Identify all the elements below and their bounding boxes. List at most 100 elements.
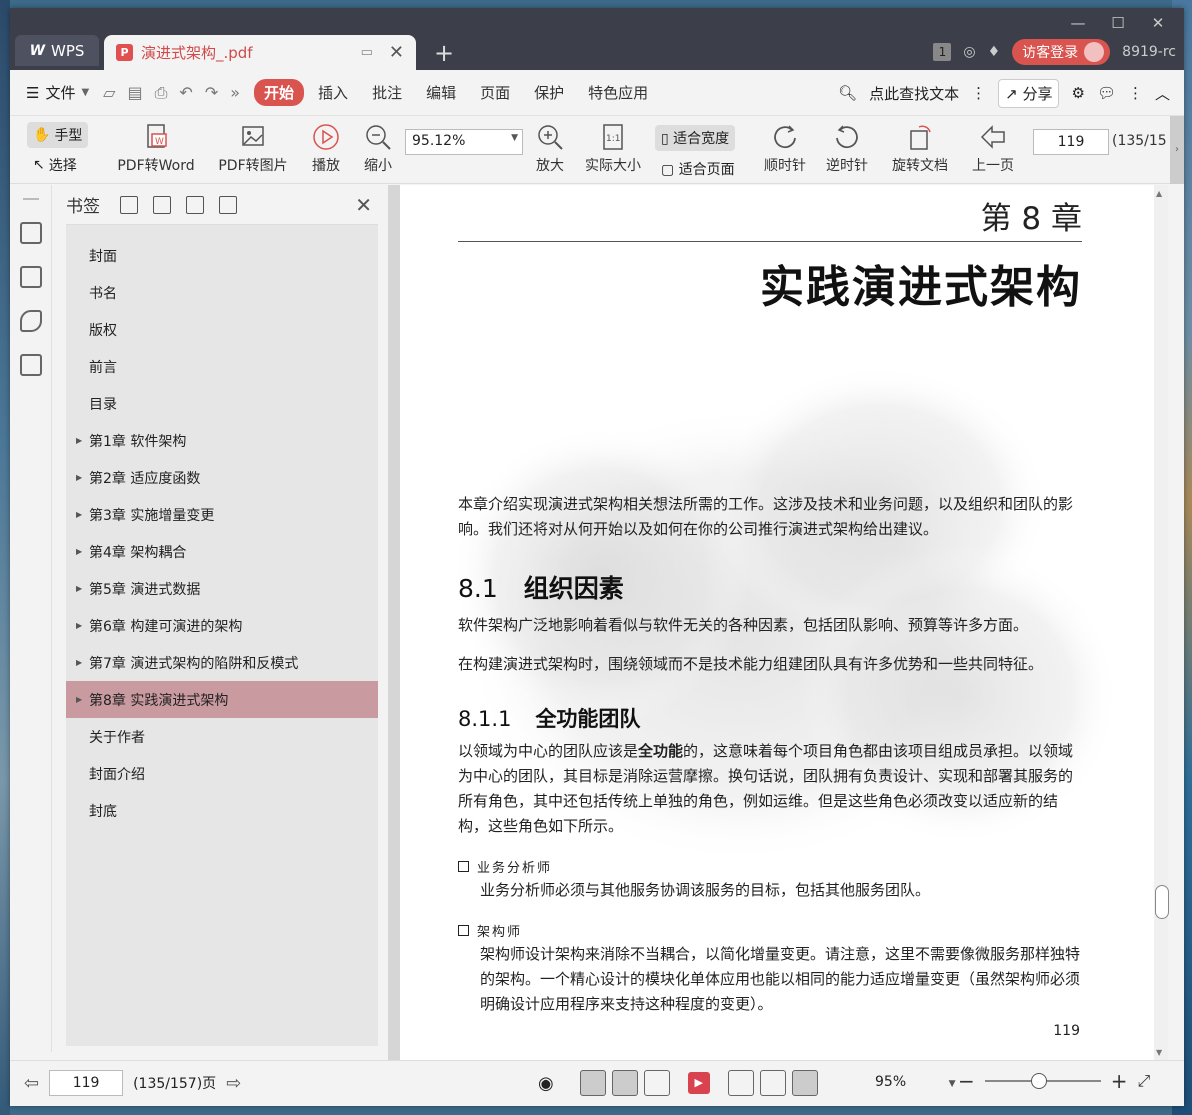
- expand-triangle-icon[interactable]: ▶: [76, 547, 82, 556]
- fit-page-status-icon[interactable]: [759, 1070, 786, 1096]
- tab-edit[interactable]: 编辑: [416, 79, 466, 106]
- rotate-document-button[interactable]: 旋转文档: [887, 122, 953, 175]
- vertical-scrollbar[interactable]: ▲ ▼: [1154, 185, 1169, 1061]
- file-menu-button[interactable]: ☰ 文件 ▼: [26, 82, 89, 103]
- tab-document[interactable]: P 演进式架构_.pdf ▭ ✕: [104, 35, 416, 70]
- expand-triangle-icon[interactable]: ▶: [76, 621, 82, 630]
- fit-page-button[interactable]: ▢ 适合页面: [661, 159, 735, 179]
- page-number-input[interactable]: 119: [1033, 129, 1109, 155]
- bookmark-item[interactable]: ▶ 第4章 架构耦合: [66, 533, 378, 570]
- bookmark-item[interactable]: 封面介绍: [66, 755, 378, 792]
- bookmark-options-icon[interactable]: [219, 195, 237, 214]
- bookmark-item[interactable]: 封底: [66, 792, 378, 829]
- more-options-icon[interactable]: ⋮: [1128, 84, 1143, 102]
- annotation-icon[interactable]: [19, 310, 42, 332]
- tab-count-badge[interactable]: 1: [933, 43, 952, 61]
- more-vertical-icon[interactable]: ⋮: [971, 84, 986, 102]
- pdf-to-image-button[interactable]: PDF转图片: [215, 122, 291, 175]
- tab-start[interactable]: 开始: [254, 79, 305, 106]
- next-page-arrow-icon[interactable]: ⇨: [226, 1073, 241, 1094]
- tab-special[interactable]: 特色应用: [578, 79, 658, 106]
- pdf-to-word-button[interactable]: W PDF转Word: [114, 122, 198, 175]
- hand-tool-button[interactable]: ✋ 手型: [27, 122, 89, 148]
- bookmark-item[interactable]: ▶ 第6章 构建可演进的架构: [66, 607, 378, 644]
- zoom-out-button[interactable]: 缩小: [360, 122, 396, 175]
- bookmark-item[interactable]: 目录: [66, 385, 378, 422]
- print-icon[interactable]: ⎙: [155, 83, 168, 103]
- add-bookmark-icon[interactable]: [186, 195, 204, 214]
- bookmark-item[interactable]: 版权: [66, 311, 378, 348]
- close-panel-icon[interactable]: ✕: [355, 193, 372, 217]
- single-page-view-icon[interactable]: [611, 1070, 638, 1096]
- expand-triangle-icon[interactable]: ▶: [76, 584, 82, 593]
- expand-triangle-icon[interactable]: ▶: [76, 436, 82, 445]
- expand-triangle-icon[interactable]: ▶: [76, 658, 82, 667]
- bookmark-item[interactable]: 封面: [66, 237, 378, 274]
- fit-width-status-icon[interactable]: [791, 1070, 818, 1096]
- tab-page[interactable]: 页面: [470, 79, 520, 106]
- bookmark-item[interactable]: ▶ 第5章 演进式数据: [66, 570, 378, 607]
- status-zoom[interactable]: 95% ▼: [875, 1074, 956, 1090]
- zoom-select[interactable]: 95.12% ▼: [405, 129, 523, 155]
- share-button[interactable]: ↗ 分享: [998, 78, 1060, 108]
- scroll-down-icon[interactable]: ▼: [1156, 1048, 1162, 1057]
- scroll-up-icon[interactable]: ▲: [1156, 189, 1162, 198]
- expand-all-icon[interactable]: [120, 195, 138, 214]
- scrollbar-thumb[interactable]: [1155, 885, 1169, 919]
- redo-icon[interactable]: ↷: [205, 83, 218, 103]
- select-tool-button[interactable]: ↖ 选择: [33, 155, 77, 175]
- zoom-slider[interactable]: [984, 1073, 1101, 1089]
- shirt-icon[interactable]: ♦: [988, 44, 1001, 60]
- prev-page-arrow-icon[interactable]: ⇦: [24, 1073, 39, 1094]
- skin-icon[interactable]: ◎: [963, 44, 975, 60]
- comment-icon[interactable]: 💬︎: [1097, 84, 1116, 102]
- actual-size-status-icon[interactable]: [727, 1070, 754, 1096]
- two-page-view-icon[interactable]: [643, 1070, 670, 1096]
- find-text-button[interactable]: 点此查找文本: [869, 83, 959, 104]
- bookmark-list-icon[interactable]: [19, 222, 42, 244]
- play-button[interactable]: 播放: [308, 122, 344, 175]
- eye-protection-icon[interactable]: ◉: [538, 1073, 554, 1094]
- bookmark-item[interactable]: ▶ 第3章 实施增量变更: [66, 496, 378, 533]
- collapse-all-icon[interactable]: [153, 195, 171, 214]
- open-icon[interactable]: ▱: [103, 83, 115, 103]
- zoom-slider-knob[interactable]: [1030, 1073, 1047, 1089]
- continuous-view-icon[interactable]: [579, 1070, 606, 1096]
- visitor-login-button[interactable]: 访客登录: [1012, 39, 1111, 65]
- minimize-icon[interactable]: —: [1058, 12, 1098, 34]
- prev-page-button[interactable]: 上一页: [968, 122, 1018, 175]
- zoom-plus-icon[interactable]: +: [1111, 1069, 1128, 1093]
- bookmark-item[interactable]: 书名: [66, 274, 378, 311]
- search-icon[interactable]: 🔍︎: [838, 84, 857, 102]
- tab-protect[interactable]: 保护: [524, 79, 574, 106]
- bookmark-item[interactable]: ▶ 第8章 实践演进式架构: [66, 681, 378, 718]
- bookmark-item[interactable]: ▶ 第2章 适应度函数: [66, 459, 378, 496]
- save-icon[interactable]: ▤: [127, 83, 142, 103]
- rotate-clockwise-button[interactable]: 顺时针: [760, 122, 810, 175]
- tab-close-icon[interactable]: ✕: [389, 42, 404, 63]
- toolbar-scroll-right-icon[interactable]: ›: [1170, 116, 1184, 184]
- new-tab-icon[interactable]: +: [434, 39, 454, 67]
- slideshow-play-icon[interactable]: ▶: [687, 1072, 710, 1094]
- status-page-input[interactable]: 119: [49, 1070, 124, 1096]
- more-chevron-icon[interactable]: »: [230, 83, 240, 103]
- bookmark-item[interactable]: ▶ 第1章 软件架构: [66, 422, 378, 459]
- fit-width-button[interactable]: ▯ 适合宽度: [655, 125, 736, 151]
- thumbnail-icon[interactable]: [19, 266, 42, 288]
- close-icon[interactable]: ✕: [1138, 12, 1178, 34]
- tab-annotate[interactable]: 批注: [362, 79, 412, 106]
- zoom-in-button[interactable]: 放大: [532, 122, 568, 175]
- zoom-minus-icon[interactable]: −: [958, 1069, 975, 1093]
- bookmark-item[interactable]: ▶ 第7章 演进式架构的陷阱和反模式: [66, 644, 378, 681]
- bookmark-item[interactable]: 关于作者: [66, 718, 378, 755]
- bookmark-item[interactable]: 前言: [66, 348, 378, 385]
- rotate-counter-clockwise-button[interactable]: 逆时针: [822, 122, 872, 175]
- tab-wps-home[interactable]: W WPS: [15, 35, 99, 66]
- collapse-ribbon-icon[interactable]: ︿: [1155, 83, 1170, 104]
- expand-triangle-icon[interactable]: ▶: [76, 695, 82, 704]
- expand-triangle-icon[interactable]: ▶: [76, 473, 82, 482]
- undo-icon[interactable]: ↶: [179, 83, 192, 103]
- fullscreen-icon[interactable]: ⤢: [1138, 1071, 1151, 1091]
- window-mode-icon[interactable]: ▭: [361, 45, 373, 60]
- maximize-icon[interactable]: ☐: [1098, 12, 1138, 34]
